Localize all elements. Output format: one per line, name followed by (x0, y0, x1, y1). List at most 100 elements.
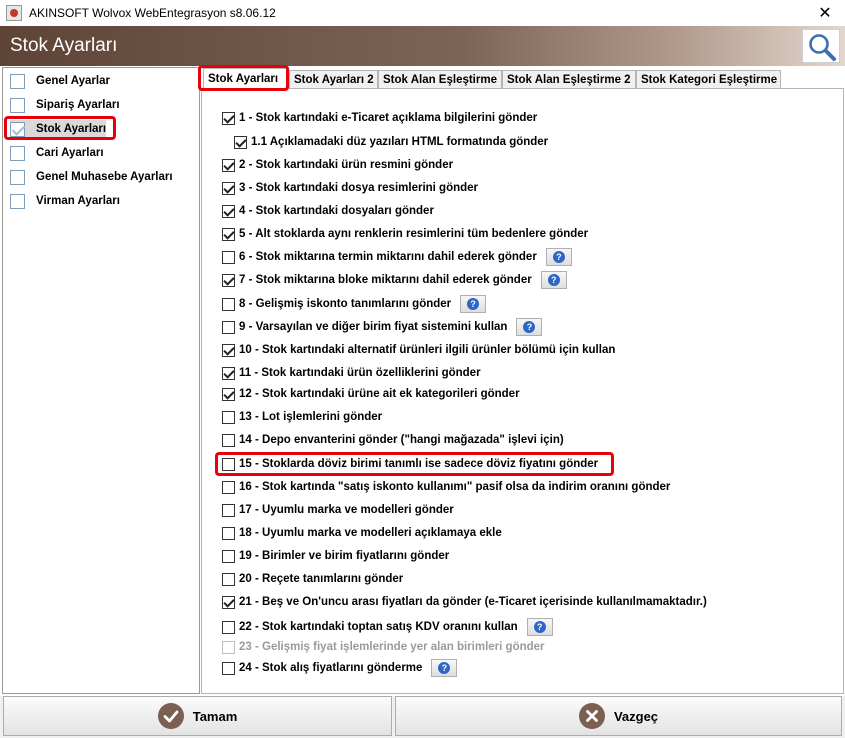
option-1[interactable]: 1 - Stok kartındaki e-Ticaret açıklama b… (222, 109, 537, 127)
option-checkbox[interactable] (222, 273, 235, 287)
option-13[interactable]: 13 - Lot işlemlerini gönder (222, 408, 382, 426)
close-button[interactable]: ✕ (805, 0, 845, 26)
option-20[interactable]: 20 - Reçete tanımlarını gönder (222, 570, 403, 588)
option-22[interactable]: 22 - Stok kartındaki toptan satış KDV or… (222, 618, 553, 636)
option-label: 19 - Birimler ve birim fiyatlarını gönde… (239, 550, 450, 562)
option-checkbox[interactable] (222, 595, 235, 609)
option-label: 2 - Stok kartındaki ürün resmini gönder (239, 159, 454, 171)
option-label: 18 - Uyumlu marka ve modelleri açıklamay… (239, 527, 502, 539)
sidebar-item-genel-muhasebe-ayarlari[interactable]: Genel Muhasebe Ayarları (10, 168, 173, 186)
sidebar-item-stok-ayarlari[interactable]: Stok Ayarları (10, 120, 107, 138)
option-checkbox[interactable] (222, 181, 235, 195)
sidebar-checkbox[interactable] (10, 97, 25, 113)
help-button[interactable]: ? (540, 271, 567, 289)
option-3[interactable]: 3 - Stok kartındaki dosya resimlerini gö… (222, 179, 478, 197)
option-checkbox (222, 640, 235, 654)
option-19[interactable]: 19 - Birimler ve birim fiyatlarını gönde… (222, 547, 449, 565)
page-title: Stok Ayarları (10, 35, 118, 56)
option-checkbox[interactable] (222, 158, 235, 172)
option-16[interactable]: 16 - Stok kartında "satış iskonto kullan… (222, 478, 670, 496)
sidebar-checkbox[interactable] (10, 73, 25, 89)
option-label: 1 - Stok kartındaki e-Ticaret açıklama b… (239, 112, 538, 124)
option-18[interactable]: 18 - Uyumlu marka ve modelleri açıklamay… (222, 524, 502, 542)
option-6[interactable]: 6 - Stok miktarına termin miktarını dahi… (222, 248, 572, 266)
sidebar-checkbox[interactable] (10, 193, 25, 209)
magnifier-icon (809, 34, 836, 61)
sidebar-item-label: Stok Ayarları (36, 123, 107, 135)
option-checkbox[interactable] (222, 320, 235, 334)
option-checkbox[interactable] (222, 250, 235, 264)
option-8[interactable]: 8 - Gelişmiş iskonto tanımlarını gönder? (222, 295, 487, 313)
option-label: 7 - Stok miktarına bloke miktarını dahil… (239, 274, 532, 286)
option-label: 15 - Stoklarda döviz birimi tanımlı ise … (239, 458, 599, 470)
help-button[interactable]: ? (516, 318, 543, 336)
search-button[interactable] (802, 29, 840, 63)
ok-button[interactable]: Tamam (3, 696, 392, 736)
option-checkbox[interactable] (222, 480, 235, 494)
tab-stok-kategori-eslestirme[interactable]: Stok Kategori Eşleştirme (636, 70, 781, 89)
option-21[interactable]: 21 - Beş ve On'uncu arası fiyatları da g… (222, 593, 707, 611)
tab-stok-alan-eslestirme-2[interactable]: Stok Alan Eşleştirme 2 (502, 70, 636, 89)
option-label: 5 - Alt stoklarda aynı renklerin resimle… (239, 228, 589, 240)
option-2[interactable]: 2 - Stok kartındaki ürün resmini gönder (222, 156, 453, 174)
option-1-1[interactable]: 1.1 Açıklamadaki düz yazıları HTML forma… (234, 133, 548, 151)
option-9[interactable]: 9 - Varsayılan ve diğer birim fiyat sist… (222, 318, 543, 336)
option-checkbox[interactable] (222, 661, 235, 675)
button-bar: Tamam Vazgeç (0, 696, 845, 738)
option-checkbox[interactable] (222, 227, 235, 241)
option-23: 23 - Gelişmiş fiyat işlemlerinde yer ala… (222, 638, 545, 656)
option-17[interactable]: 17 - Uyumlu marka ve modelleri gönder (222, 501, 454, 519)
option-label: 3 - Stok kartındaki dosya resimlerini gö… (239, 182, 479, 194)
option-checkbox[interactable] (222, 526, 235, 540)
sidebar-checkbox[interactable] (10, 121, 25, 137)
option-checkbox[interactable] (222, 387, 235, 401)
tab-stok-ayarlari-2[interactable]: Stok Ayarları 2 (289, 70, 378, 89)
tab-stok-alan-eslestirme[interactable]: Stok Alan Eşleştirme (378, 70, 502, 89)
option-checkbox[interactable] (222, 620, 235, 634)
sidebar-item-siparis-ayarlari[interactable]: Sipariş Ayarları (10, 96, 120, 114)
option-checkbox[interactable] (222, 503, 235, 517)
sidebar-item-virman-ayarlari[interactable]: Virman Ayarları (10, 192, 120, 210)
help-button[interactable]: ? (526, 618, 553, 636)
sidebar-item-genel-ayarlar[interactable]: Genel Ayarlar (10, 72, 110, 90)
tab-strip: Stok Ayarları Stok Ayarları 2 Stok Alan … (201, 67, 845, 89)
option-checkbox[interactable] (222, 366, 235, 380)
option-checkbox[interactable] (222, 433, 235, 447)
option-11[interactable]: 11 - Stok kartındaki ürün özelliklerini … (222, 364, 481, 382)
checkmark-icon (157, 703, 184, 729)
option-14[interactable]: 14 - Depo envanterini gönder ("hangi mağ… (222, 431, 564, 449)
help-button[interactable]: ? (545, 248, 572, 266)
help-button[interactable]: ? (431, 659, 458, 677)
option-4[interactable]: 4 - Stok kartındaki dosyaları gönder (222, 202, 434, 220)
option-checkbox[interactable] (222, 410, 235, 424)
option-24[interactable]: 24 - Stok alış fiyatlarını gönderme? (222, 659, 458, 677)
help-icon: ? (438, 662, 451, 674)
option-checkbox[interactable] (222, 549, 235, 563)
cancel-button[interactable]: Vazgeç (395, 696, 842, 736)
option-12[interactable]: 12 - Stok kartındaki ürüne ait ek katego… (222, 385, 520, 403)
sidebar-checkbox[interactable] (10, 145, 25, 161)
option-15[interactable]: 15 - Stoklarda döviz birimi tanımlı ise … (222, 455, 598, 473)
option-5[interactable]: 5 - Alt stoklarda aynı renklerin resimle… (222, 225, 588, 243)
option-label: 16 - Stok kartında "satış iskonto kullan… (239, 481, 671, 493)
sidebar-item-cari-ayarlari[interactable]: Cari Ayarları (10, 144, 104, 162)
option-checkbox[interactable] (222, 572, 235, 586)
option-checkbox[interactable] (222, 343, 235, 357)
sidebar-item-label: Virman Ayarları (36, 195, 120, 207)
option-checkbox[interactable] (234, 135, 247, 149)
option-label: 21 - Beş ve On'uncu arası fiyatları da g… (239, 596, 707, 608)
option-checkbox[interactable] (222, 457, 235, 471)
option-checkbox[interactable] (222, 111, 235, 125)
sidebar-item-label: Genel Ayarlar (36, 75, 110, 87)
sidebar-item-label: Sipariş Ayarları (36, 99, 120, 111)
option-7[interactable]: 7 - Stok miktarına bloke miktarını dahil… (222, 271, 567, 289)
tab-stok-ayarlari[interactable]: Stok Ayarları (203, 68, 289, 89)
help-button[interactable]: ? (460, 295, 487, 313)
option-label: 9 - Varsayılan ve diğer birim fiyat sist… (239, 321, 508, 333)
option-checkbox[interactable] (222, 204, 235, 218)
option-10[interactable]: 10 - Stok kartındaki alternatif ürünleri… (222, 341, 615, 359)
sidebar-checkbox[interactable] (10, 169, 25, 185)
sidebar-item-label: Genel Muhasebe Ayarları (36, 171, 173, 183)
option-checkbox[interactable] (222, 297, 235, 311)
help-icon: ? (547, 274, 560, 286)
